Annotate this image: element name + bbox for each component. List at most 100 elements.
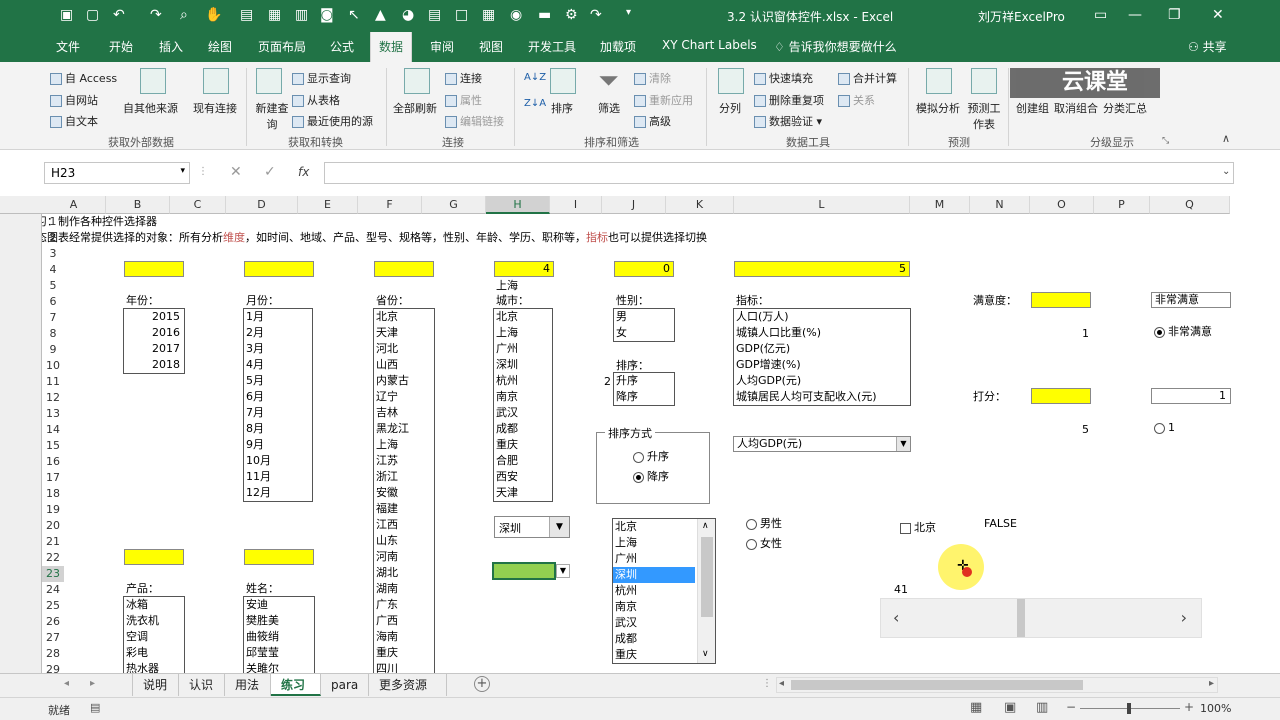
connections-button[interactable]: 连接 — [445, 70, 482, 86]
month-option[interactable]: 4月 — [244, 357, 312, 373]
consolidate-button[interactable]: 合并计算 — [838, 70, 897, 86]
cell-n24[interactable]: 41 — [894, 582, 908, 598]
col-header-n[interactable]: N — [970, 196, 1030, 214]
minus-icon[interactable]: ▬ — [538, 7, 551, 23]
flash-fill-button[interactable]: 快速填充 — [754, 70, 813, 86]
zoom-level[interactable]: 100% — [1200, 702, 1231, 715]
row-header[interactable]: 22 — [42, 550, 64, 566]
male-radio[interactable]: 男性 — [746, 516, 782, 532]
cell-l4[interactable]: 5 — [734, 261, 910, 277]
restore-icon[interactable]: ❐ — [1168, 7, 1181, 23]
cell-i11[interactable]: 2 — [604, 374, 611, 390]
month-option[interactable]: 2月 — [244, 325, 312, 341]
tab-addins[interactable]: 加载项 — [600, 38, 636, 55]
name-option[interactable]: 关雎尔 — [244, 661, 314, 673]
page-break-view-icon[interactable]: ▥ — [1036, 700, 1048, 715]
province-option[interactable]: 吉林 — [374, 405, 434, 421]
month-option[interactable]: 1月 — [244, 309, 312, 325]
name-option[interactable]: 曲筱绡 — [244, 629, 314, 645]
dialog-launcher-icon[interactable]: ⤡ — [1162, 136, 1169, 146]
city-option[interactable]: 上海 — [613, 535, 695, 551]
triangle-icon[interactable]: ▲ — [375, 7, 386, 23]
sheet-tab-know[interactable]: 认识 — [179, 674, 225, 696]
province-option[interactable]: 湖北 — [374, 565, 434, 581]
dropdown-arrow-icon[interactable]: ▼ — [549, 517, 569, 537]
city-option[interactable]: 西安 — [494, 469, 552, 485]
row-header[interactable]: 20 — [42, 518, 64, 534]
indicator-option[interactable]: 城镇居民人均可支配收入(元) — [734, 389, 910, 405]
undo-icon[interactable]: ↶ — [113, 7, 125, 23]
settings-icon[interactable]: ⚙ — [565, 7, 578, 23]
name-listbox[interactable]: 安迪 樊胜美 曲筱绡 邱莹莹 关雎尔 — [243, 596, 315, 673]
remove-duplicates-button[interactable]: 删除重复项 — [754, 92, 824, 108]
sort-option[interactable]: 升序 — [614, 373, 674, 389]
expand-formula-bar-icon[interactable]: ⌄ — [1222, 166, 1230, 177]
satisfaction-radio[interactable]: 非常满意 — [1154, 324, 1212, 340]
sort-az-icon[interactable]: A↓Z — [524, 72, 546, 83]
name-option[interactable]: 安迪 — [244, 597, 314, 613]
month-listbox[interactable]: 1月 2月 3月 4月 5月 6月 7月 8月 9月 10月 11月 12月 — [243, 308, 313, 502]
row-header[interactable]: 16 — [42, 454, 64, 470]
city-option[interactable]: 杭州 — [494, 373, 552, 389]
sheet-tab-usage[interactable]: 用法 — [225, 674, 271, 696]
city-combobox[interactable]: 深圳 ▼ — [494, 516, 570, 538]
month-option[interactable]: 7月 — [244, 405, 312, 421]
city-option[interactable]: 广州 — [494, 341, 552, 357]
select-all-corner[interactable] — [0, 196, 42, 214]
ribbon-display-icon[interactable]: ▭ — [1094, 7, 1107, 23]
forecast-sheet-button[interactable]: 预测工作表 — [966, 100, 1002, 132]
label-icon[interactable]: ▤ — [428, 7, 441, 23]
col-header-p[interactable]: P — [1094, 196, 1150, 214]
indicator-option[interactable]: 城镇人口比重(%) — [734, 325, 910, 341]
sort-za-icon[interactable]: Z↓A — [524, 98, 546, 109]
hscroll-thumb[interactable] — [791, 680, 1083, 690]
city-option[interactable]: 天津 — [494, 485, 552, 501]
col-header-a[interactable]: A — [42, 196, 106, 214]
cell-a2[interactable]: 动态图表经常提供选择的对象：所有分析维度，如时间、地域、产品、型号、规格等，性别… — [42, 230, 707, 246]
grid-icon[interactable]: ▦ — [482, 7, 495, 23]
tell-me-box[interactable]: ♢ 告诉我你想要做什么 — [774, 38, 897, 55]
row-header[interactable]: 27 — [42, 630, 64, 646]
cell-a1[interactable]: 练习：制作各种控件选择器 — [42, 214, 157, 230]
worksheet-grid[interactable]: A B C D E F G H I J K L M N O P Q 1 2 3 … — [42, 196, 1238, 673]
province-option[interactable]: 黑龙江 — [374, 421, 434, 437]
city-scroll-listbox[interactable]: 北京 上海 广州 深圳 杭州 南京 武汉 成都 重庆 ∧ ∨ — [612, 518, 716, 664]
tab-data[interactable]: 数据 — [370, 32, 413, 62]
indicator-combobox[interactable]: 人均GDP(元) ▼ — [733, 436, 911, 452]
month-option[interactable]: 9月 — [244, 437, 312, 453]
save-icon[interactable]: ▣ — [60, 7, 73, 23]
year-option[interactable]: 2016 — [124, 325, 184, 341]
cancel-entry-icon[interactable]: ✕ — [230, 164, 242, 180]
tab-review[interactable]: 审阅 — [430, 38, 454, 55]
beijing-checkbox[interactable]: 北京 — [900, 520, 936, 536]
gender-listbox[interactable]: 男 女 — [613, 308, 675, 342]
row-header[interactable]: 26 — [42, 614, 64, 630]
province-option[interactable]: 海南 — [374, 629, 434, 645]
cell-d22[interactable] — [244, 549, 314, 565]
recent-sources-button[interactable]: 最近使用的源 — [292, 113, 373, 129]
indicator-listbox[interactable]: 人口(万人) 城镇人口比重(%) GDP(亿元) GDP增速(%) 人均GDP(… — [733, 308, 911, 406]
city-option[interactable]: 南京 — [494, 389, 552, 405]
name-option[interactable]: 樊胜美 — [244, 613, 314, 629]
col-header-c[interactable]: C — [170, 196, 226, 214]
city-option[interactable]: 杭州 — [613, 583, 695, 599]
tab-developer[interactable]: 开发工具 — [528, 38, 576, 55]
province-option[interactable]: 山西 — [374, 357, 434, 373]
ungroup-button[interactable]: 取消组合 — [1054, 100, 1098, 116]
subtotal-button[interactable]: 分类汇总 — [1103, 100, 1147, 116]
cell-b22[interactable] — [124, 549, 184, 565]
hand-icon[interactable]: ✋ — [205, 7, 222, 23]
customize-qa-icon[interactable]: ▾ — [626, 7, 631, 18]
cell-b4[interactable] — [124, 261, 184, 277]
row-header[interactable]: 28 — [42, 646, 64, 662]
group-button[interactable]: 创建组 — [1016, 100, 1049, 116]
sort-listbox[interactable]: 升序 降序 — [613, 372, 675, 406]
row-header[interactable]: 3 — [42, 246, 64, 262]
scroll-down-icon[interactable]: ∨ — [702, 649, 709, 659]
row-header[interactable]: 12 — [42, 390, 64, 406]
province-option[interactable]: 河北 — [374, 341, 434, 357]
gender-option[interactable]: 男 — [614, 309, 674, 325]
row-header[interactable]: 14 — [42, 422, 64, 438]
row-header[interactable]: 18 — [42, 486, 64, 502]
city-option[interactable]: 合肥 — [494, 453, 552, 469]
